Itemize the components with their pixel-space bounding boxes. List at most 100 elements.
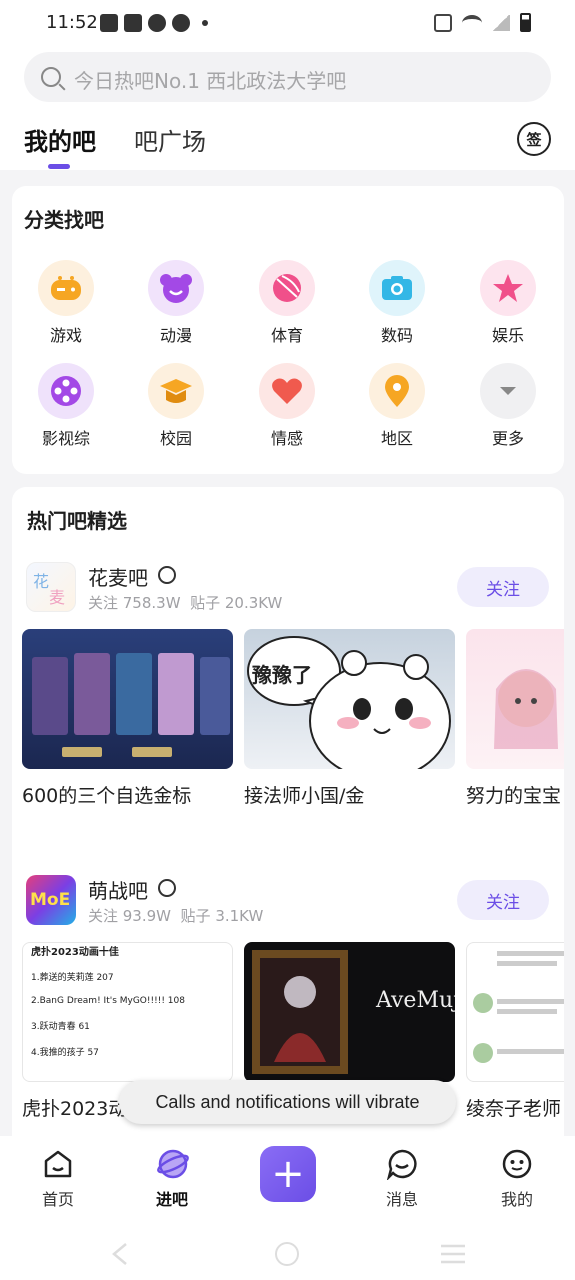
sign-in-button[interactable]: 签 [517, 122, 551, 156]
post-image-line: 2.BanG Dream! It's MyGO!!!!! 108 [31, 996, 185, 1006]
tab-my-bars[interactable]: 我的吧 [24, 122, 96, 169]
bar-followers: 关注 93.9W [88, 907, 171, 925]
category-region[interactable]: 地区 [355, 363, 439, 449]
notification-icons [100, 14, 208, 32]
post-image-text: 豫豫了 [252, 663, 312, 687]
post-carousel: 600的三个自选金标 豫豫了 接法师小国/金 努力的宝宝 [22, 629, 564, 808]
vibrate-icon [434, 13, 452, 32]
tab-bar: 我的吧 吧广场 [24, 122, 206, 169]
search-bar[interactable]: 今日热吧No.1 西北政法大学吧 [24, 52, 551, 102]
sign-in-icon: 签 [526, 130, 542, 149]
tab-label: 我的吧 [24, 128, 96, 156]
planet-icon [156, 1148, 189, 1180]
post-image [22, 629, 233, 769]
post-image-text: AveMuj [376, 988, 455, 1013]
app-icon [148, 14, 166, 32]
back-icon[interactable] [110, 1242, 130, 1266]
post-image [466, 942, 564, 1082]
wifi-icon [462, 14, 482, 31]
post-image-line: 1.葬送的芙莉莲 207 [31, 973, 114, 983]
post-caption: 600的三个自选金标 [22, 785, 192, 807]
follow-button[interactable]: 关注 [457, 880, 549, 920]
category-film[interactable]: 影视综 [24, 363, 108, 449]
category-emotion[interactable]: 情感 [245, 363, 329, 449]
star-icon [480, 260, 536, 316]
graduation-cap-icon [148, 363, 204, 419]
category-card: 分类找吧 游戏 动漫 体育 数码 娱乐 影视综 校园 情感 地区 更多 [12, 186, 564, 474]
create-post-button[interactable]: + [260, 1146, 316, 1202]
bar-stats: 关注 93.9W 贴子 3.1KW [88, 905, 263, 926]
category-more[interactable]: 更多 [466, 363, 550, 449]
category-title: 分类找吧 [24, 208, 104, 232]
bar-followers: 关注 758.3W [88, 594, 181, 612]
category-label: 体育 [270, 326, 303, 345]
svg-text:花: 花 [33, 572, 49, 591]
bear-icon [148, 260, 204, 316]
bar-avatar[interactable]: 花麦 [26, 562, 76, 612]
category-digital[interactable]: 数码 [355, 260, 439, 346]
post-caption: 绫奈子老师 [466, 1098, 562, 1120]
post-card[interactable]: 600的三个自选金标 [22, 629, 233, 808]
profile-icon [501, 1148, 533, 1180]
category-anime[interactable]: 动漫 [134, 260, 218, 346]
location-pin-icon [369, 363, 425, 419]
post-image-line: 4.我推的孩子 57 [31, 1048, 99, 1058]
category-label: 校园 [159, 429, 192, 448]
bar-avatar[interactable]: MoE [26, 875, 76, 925]
bottom-nav: 首页 进吧 + 消息 我的 [0, 1136, 575, 1228]
nav-label: 进吧 [155, 1190, 188, 1209]
search-placeholder: 今日热吧No.1 西北政法大学吧 [74, 69, 347, 93]
nav-home[interactable]: 首页 [18, 1148, 98, 1210]
category-label: 地区 [380, 429, 413, 448]
category-label: 娱乐 [491, 326, 524, 345]
nav-messages[interactable]: 消息 [362, 1148, 442, 1210]
nav-label: 消息 [385, 1190, 418, 1209]
bag-icon [100, 14, 118, 32]
tab-label: 吧广场 [134, 128, 206, 156]
more-notifications-icon [202, 20, 208, 26]
post-image-line: 3.跃动青春 61 [31, 1022, 90, 1032]
gamepad-icon [38, 260, 94, 316]
post-caption: 接法师小国/金 [244, 785, 365, 807]
bar-name: 花麦吧 [88, 566, 148, 590]
post-card[interactable]: 豫豫了 接法师小国/金 [244, 629, 455, 808]
post-image [466, 629, 564, 769]
post-image: 豫豫了 [244, 629, 455, 769]
battery-icon [520, 13, 531, 32]
category-sports[interactable]: 体育 [245, 260, 329, 346]
message-icon [386, 1148, 418, 1182]
post-card[interactable]: 绫奈子老师 [466, 942, 564, 1121]
home-button-icon[interactable] [275, 1242, 299, 1266]
system-toast: Calls and notifications will vibrate [119, 1080, 456, 1124]
ball-icon [259, 260, 315, 316]
follow-button[interactable]: 关注 [457, 567, 549, 607]
plus-icon: + [271, 1151, 305, 1197]
post-card[interactable]: 努力的宝宝 [466, 629, 564, 808]
search-icon [41, 67, 61, 87]
camera-icon [369, 260, 425, 316]
category-label: 影视综 [41, 429, 90, 448]
tab-bar-square[interactable]: 吧广场 [134, 122, 206, 157]
nav-bars[interactable]: 进吧 [132, 1148, 212, 1210]
bar-posts-count: 贴子 20.3KW [190, 594, 283, 612]
planet-badge-icon [158, 566, 176, 584]
svg-text:MoE: MoE [30, 890, 70, 910]
category-games[interactable]: 游戏 [24, 260, 108, 346]
heart-icon [259, 363, 315, 419]
category-campus[interactable]: 校园 [134, 363, 218, 449]
nav-profile[interactable]: 我的 [477, 1148, 557, 1210]
svg-text:麦: 麦 [49, 588, 65, 607]
category-label: 游戏 [49, 326, 82, 345]
chevron-down-icon [480, 363, 536, 419]
category-entertainment[interactable]: 娱乐 [466, 260, 550, 346]
post-caption: 努力的宝宝 [466, 785, 562, 807]
system-icons [434, 13, 531, 32]
post-image: AveMuj [244, 942, 455, 1082]
recents-icon[interactable] [440, 1243, 466, 1265]
hot-bars-title: 热门吧精选 [27, 509, 127, 533]
app-icon [172, 14, 190, 32]
status-bar: 11:52 [0, 0, 575, 46]
hot-bars-card: 热门吧精选 花麦 花麦吧 关注 758.3W 贴子 20.3KW 关注 600的… [12, 487, 564, 1147]
film-reel-icon [38, 363, 94, 419]
status-time: 11:52 [46, 12, 98, 33]
